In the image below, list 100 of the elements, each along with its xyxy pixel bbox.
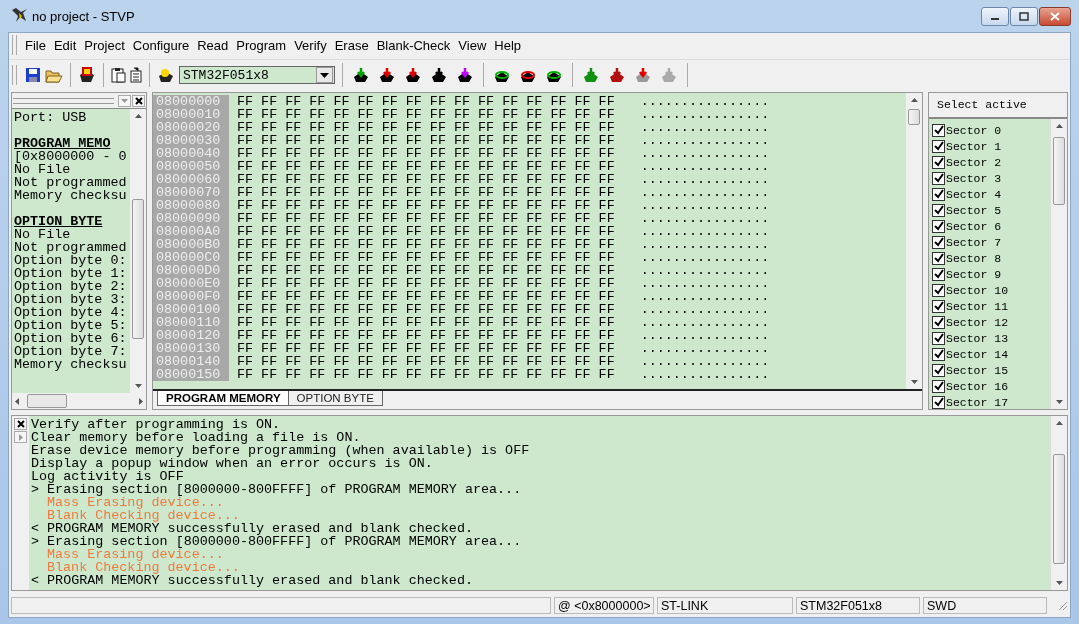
scrollbar[interactable] [905, 93, 922, 389]
sector-label: Sector 15 [946, 363, 1009, 377]
checkbox[interactable] [932, 219, 945, 233]
scroll-thumb[interactable] [27, 394, 67, 408]
status-field: STM32F051x8 [796, 596, 920, 614]
checkbox[interactable] [932, 267, 945, 281]
chip-icon[interactable] [157, 67, 175, 83]
scrollbar[interactable] [1050, 119, 1067, 409]
scroll-thumb[interactable] [908, 109, 920, 125]
menu-item[interactable]: Program [232, 37, 291, 53]
hex-bytes: FF FF FF FF FF FF FF FF FF FF FF FF FF FF FF FF [237, 108, 615, 121]
minimize-button[interactable] [981, 7, 1009, 26]
maximize-icon [1019, 12, 1029, 21]
info-line: Option byte 2: [14, 279, 127, 294]
hex-bytes: FF FF FF FF FF FF FF FF FF FF FF FF FF FF FF FF [237, 212, 615, 225]
menu-item[interactable]: Project [80, 37, 129, 53]
checkbox[interactable] [932, 187, 945, 201]
chip-arrow-icon[interactable] [430, 67, 448, 83]
checkbox[interactable] [932, 347, 945, 361]
ascii-text: ................ [640, 121, 770, 134]
scrollbar[interactable] [129, 109, 146, 393]
checkbox[interactable] [932, 379, 945, 393]
chip-arrow-icon[interactable] [608, 67, 626, 83]
scroll-down-icon[interactable] [1055, 400, 1063, 404]
scroll-thumb[interactable] [1053, 137, 1065, 205]
address-cell: 08000120 [153, 329, 229, 342]
menu-item[interactable]: Edit [49, 37, 81, 53]
checkbox[interactable] [932, 283, 945, 297]
scroll-left-icon[interactable] [15, 397, 19, 405]
hex-bytes: FF FF FF FF FF FF FF FF FF FF FF FF FF FF FF FF [237, 147, 615, 160]
checkbox[interactable] [932, 363, 945, 377]
maximize-button[interactable] [1010, 7, 1038, 26]
hex-bytes: FF FF FF FF FF FF FF FF FF FF FF FF FF FF FF FF [237, 368, 615, 381]
menu-item[interactable]: Help [490, 37, 526, 53]
checkbox[interactable] [932, 235, 945, 249]
info-line: Option byte 1: [14, 266, 127, 281]
scroll-right-icon[interactable] [139, 397, 143, 405]
menu-item[interactable]: Blank-Check [372, 37, 455, 53]
checkbox[interactable] [932, 395, 945, 409]
window-title: no project - STVP [32, 8, 135, 24]
checkbox[interactable] [932, 139, 945, 153]
sector-label: Sector 0 [946, 123, 1002, 137]
chip-arrow-icon[interactable] [404, 67, 422, 83]
tab[interactable]: OPTION BYTE [287, 391, 383, 406]
scrollbar[interactable] [1050, 416, 1067, 590]
horizontal-scrollbar[interactable] [12, 393, 146, 409]
checkbox[interactable] [932, 123, 945, 137]
chip-arrow-icon[interactable] [352, 67, 370, 83]
hex-bytes: FF FF FF FF FF FF FF FF FF FF FF FF FF FF FF FF [237, 225, 615, 238]
device-dropdown[interactable]: STM32F051x8 [179, 66, 335, 84]
sector-label: Sector 11 [946, 299, 1009, 313]
info-line: No File [14, 162, 71, 177]
scroll-thumb[interactable] [132, 199, 144, 339]
scroll-up-icon[interactable] [134, 114, 142, 118]
ascii-text: ................ [640, 277, 770, 290]
menu-item[interactable]: Verify [290, 37, 331, 53]
scroll-up-icon[interactable] [910, 98, 918, 102]
menu-item[interactable]: File [21, 37, 50, 53]
scroll-up-icon[interactable] [1055, 124, 1063, 128]
close-button[interactable] [1039, 7, 1071, 26]
close-button[interactable] [132, 94, 145, 107]
checkbox[interactable] [932, 331, 945, 345]
log-line: Mass Erasing device... [46, 496, 224, 509]
save-icon[interactable] [25, 67, 41, 83]
chip-arrow-icon[interactable] [378, 67, 396, 83]
checkbox[interactable] [932, 251, 945, 265]
folder-icon[interactable] [45, 67, 63, 83]
status-field: @ <0x8000000> [554, 596, 654, 614]
scroll-down-icon[interactable] [910, 380, 918, 384]
clipboard-icon[interactable] [111, 67, 126, 83]
chip-icon[interactable] [78, 66, 96, 84]
close-button[interactable] [14, 418, 27, 430]
sector-label: Sector 16 [946, 379, 1009, 393]
address-cell: 080000B0 [153, 238, 229, 251]
address-cell: 08000080 [153, 199, 229, 212]
info-line: Port: USB [14, 110, 87, 125]
document-icon[interactable] [130, 67, 142, 83]
tab[interactable]: PROGRAM MEMORY [157, 391, 290, 406]
menu-item[interactable]: View [454, 37, 491, 53]
checkbox[interactable] [932, 203, 945, 217]
scroll-down-icon[interactable] [134, 384, 142, 388]
scroll-up-icon[interactable] [1055, 421, 1063, 425]
scroll-down-icon[interactable] [1055, 581, 1063, 585]
hex-bytes: FF FF FF FF FF FF FF FF FF FF FF FF FF FF FF FF [237, 316, 615, 329]
scroll-thumb[interactable] [1053, 454, 1065, 564]
checkbox[interactable] [932, 315, 945, 329]
resize-grip-icon[interactable] [1056, 599, 1068, 611]
menu-item[interactable]: Configure [128, 37, 194, 53]
address-cell: 080000E0 [153, 277, 229, 290]
ascii-text: ................ [640, 238, 770, 251]
status-field: SWD [923, 596, 1047, 614]
address-cell: 08000100 [153, 303, 229, 316]
checkbox[interactable] [932, 155, 945, 169]
ascii-text: ................ [640, 173, 770, 186]
checkbox[interactable] [932, 171, 945, 185]
menu-item[interactable]: Read [193, 37, 233, 53]
menu-item[interactable]: Erase [330, 37, 373, 53]
chip-arrow-icon[interactable] [456, 67, 474, 83]
checkbox[interactable] [932, 299, 945, 313]
info-line: Option byte 5: [14, 318, 127, 333]
